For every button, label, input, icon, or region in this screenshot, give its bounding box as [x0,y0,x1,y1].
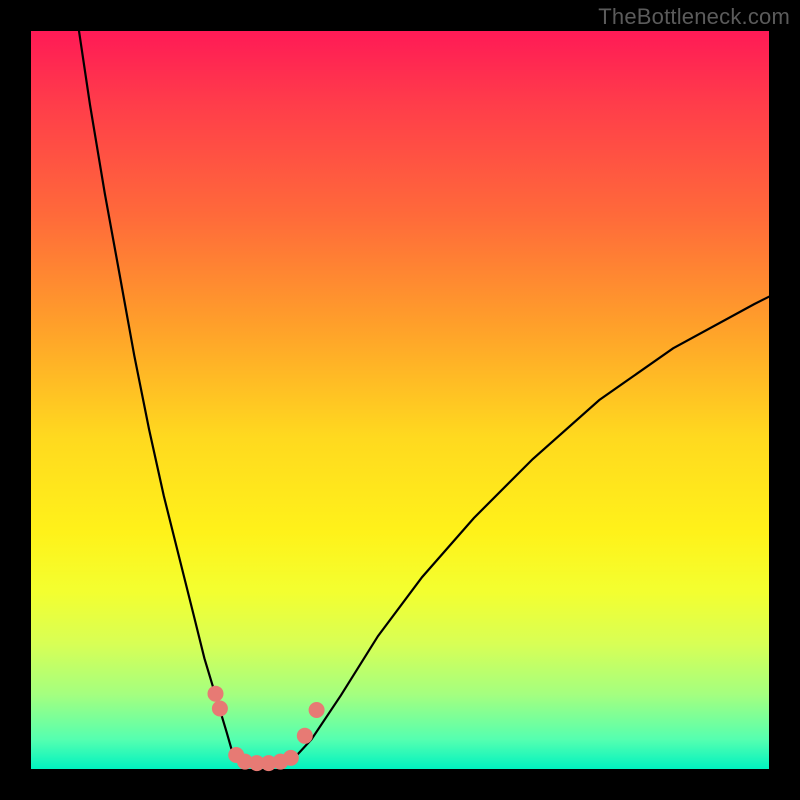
trough-marker [212,701,228,717]
trough-marker [208,686,224,702]
trough-marker [309,702,325,718]
chart-frame: TheBottleneck.com [0,0,800,800]
trough-marker [297,728,313,744]
bottleneck-curve [79,31,769,765]
watermark-text: TheBottleneck.com [598,4,790,30]
plot-area [31,31,769,769]
trough-marker [283,750,299,766]
curve-layer [31,31,769,769]
